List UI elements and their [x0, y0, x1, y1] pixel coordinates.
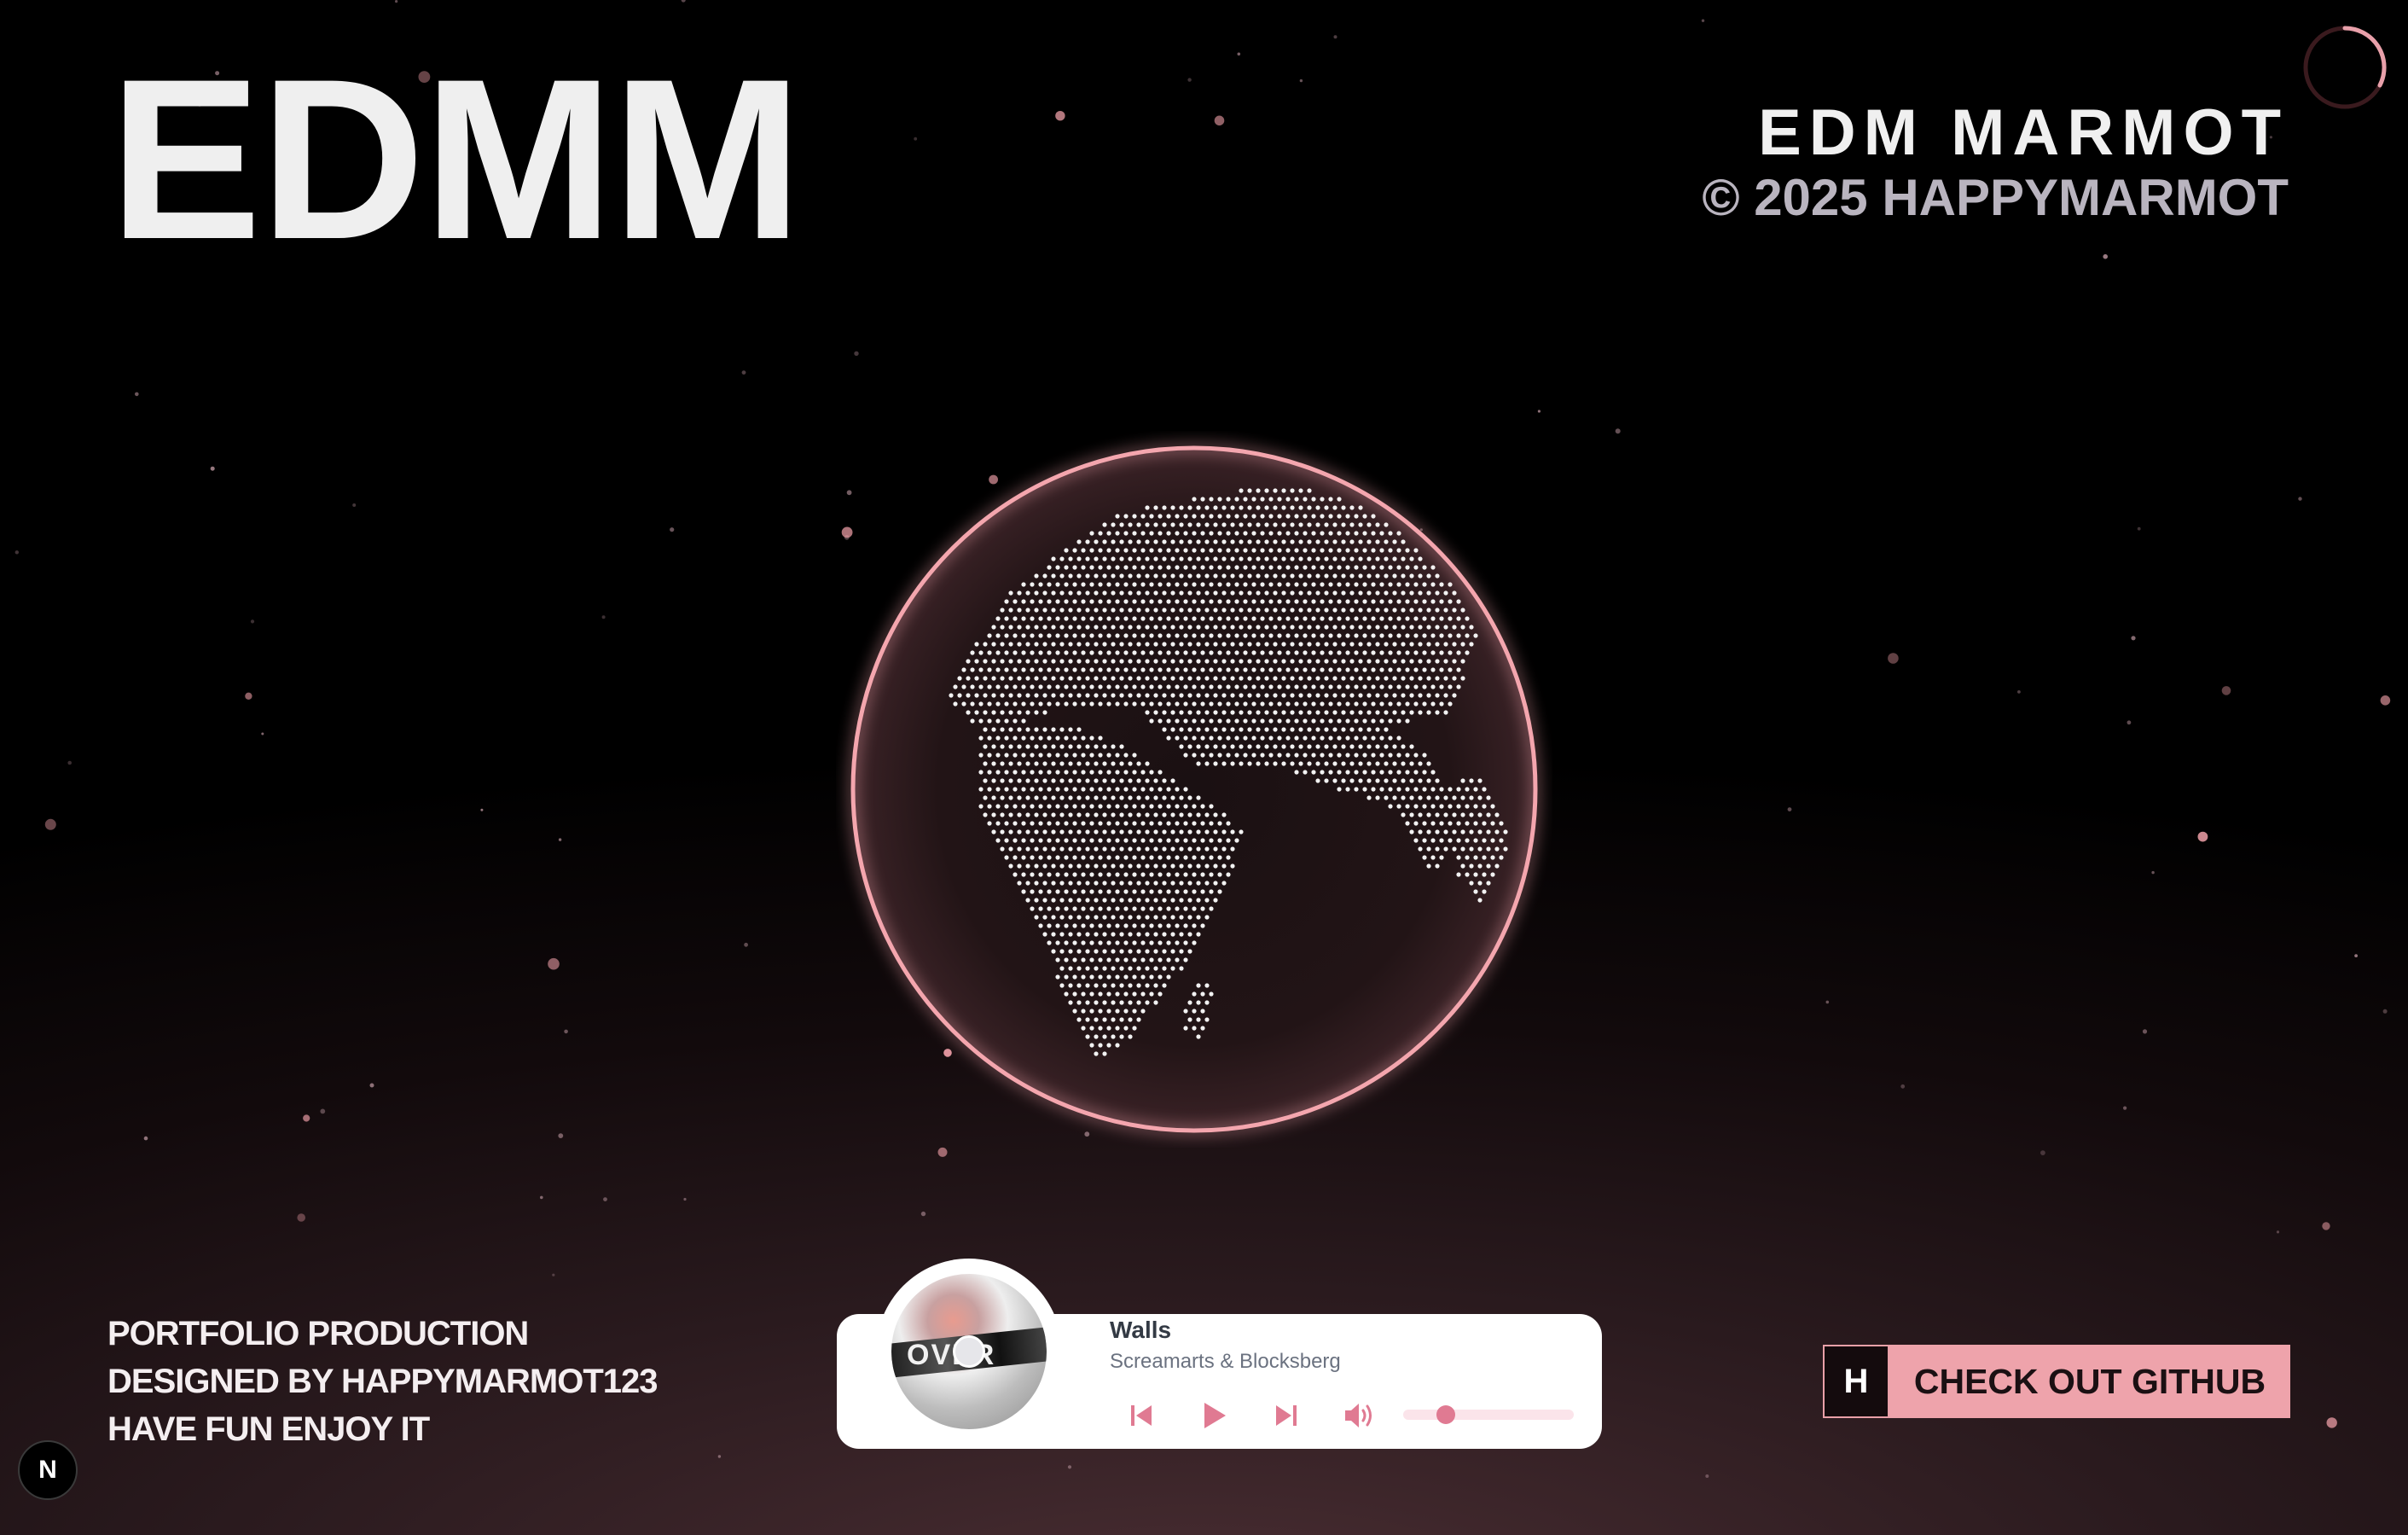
- star: [540, 1195, 543, 1200]
- star: [2380, 695, 2391, 706]
- star: [1825, 1000, 1830, 1004]
- star: [558, 1133, 564, 1138]
- star: [1237, 52, 1241, 56]
- volume-slider[interactable]: [1403, 1410, 1574, 1420]
- star: [920, 1211, 926, 1217]
- song-artist: Screamarts & Blocksberg: [1110, 1350, 1341, 1373]
- star: [143, 1136, 148, 1141]
- star: [603, 1197, 607, 1201]
- star: [1067, 1465, 1072, 1469]
- star: [2322, 1222, 2330, 1230]
- star: [2151, 870, 2155, 875]
- star: [670, 527, 675, 532]
- star: [854, 351, 859, 356]
- star: [2137, 526, 2141, 531]
- star: [369, 1083, 374, 1088]
- site-logo: EDMM: [109, 31, 803, 287]
- star: [1701, 19, 1705, 22]
- loading-spinner-icon: [2303, 26, 2387, 109]
- star: [548, 957, 560, 970]
- brand-name: EDM MARMOT: [1758, 96, 2289, 169]
- song-title: Walls: [1110, 1317, 1172, 1343]
- star: [601, 615, 606, 619]
- star: [480, 808, 484, 811]
- footer-line: HAVE FUN ENJOY IT: [107, 1410, 430, 1448]
- nextjs-badge-icon[interactable]: N: [18, 1440, 78, 1500]
- star: [303, 1114, 310, 1122]
- volume-icon[interactable]: [1340, 1397, 1378, 1434]
- star: [395, 0, 398, 3]
- star: [44, 818, 56, 830]
- brand-block: EDM MARMOT © 2025 HAPPYMARMOT: [1702, 101, 2289, 224]
- star: [2131, 636, 2136, 641]
- star: [1333, 35, 1337, 39]
- star: [2103, 253, 2108, 259]
- star: [681, 0, 686, 3]
- star: [1888, 653, 1899, 664]
- star: [2142, 1029, 2148, 1034]
- star: [2127, 720, 2132, 725]
- star: [914, 137, 918, 141]
- star: [683, 1197, 687, 1201]
- star: [1900, 1084, 1906, 1089]
- footer-line: DESIGNED BY HAPPYMARMOT123: [107, 1363, 659, 1400]
- volume-slider-handle[interactable]: [1436, 1405, 1455, 1424]
- footer-line: PORTFOLIO PRODUCTION: [107, 1315, 529, 1352]
- star: [135, 392, 139, 397]
- star: [250, 619, 255, 624]
- star: [1299, 78, 1303, 83]
- star: [297, 1213, 306, 1222]
- star: [352, 503, 357, 507]
- github-button-badge: H: [1823, 1345, 1889, 1418]
- star: [210, 466, 215, 471]
- star: [261, 732, 264, 736]
- star: [245, 692, 252, 700]
- star: [552, 1273, 555, 1276]
- star: [2197, 831, 2208, 842]
- skip-back-icon[interactable]: [1123, 1397, 1160, 1434]
- star: [67, 760, 72, 765]
- github-button[interactable]: H CHECK OUT GITHUB: [1823, 1345, 2290, 1418]
- star: [2298, 497, 2302, 501]
- star: [2354, 954, 2359, 957]
- album-cover: OVER: [891, 1274, 1047, 1429]
- footer-credits: PORTFOLIO PRODUCTION DESIGNED BY HAPPYMA…: [107, 1310, 659, 1453]
- github-button-label: CHECK OUT GITHUB: [1889, 1345, 2290, 1418]
- star: [1187, 78, 1192, 82]
- star: [2123, 1106, 2127, 1110]
- star: [320, 1108, 326, 1114]
- star: [1787, 807, 1792, 811]
- star: [1214, 115, 1225, 126]
- star: [2276, 1230, 2280, 1234]
- star: [2017, 690, 2021, 694]
- star: [744, 942, 748, 947]
- star: [15, 550, 19, 555]
- star: [1055, 111, 1065, 121]
- skip-forward-icon[interactable]: [1268, 1397, 1305, 1434]
- copyright-text: © 2025 HAPPYMARMOT: [1702, 169, 2289, 226]
- dotted-globe[interactable]: [836, 431, 1552, 1148]
- play-icon[interactable]: [1195, 1397, 1233, 1434]
- star: [2382, 1009, 2388, 1014]
- star: [1537, 410, 1541, 413]
- star: [1615, 428, 1621, 434]
- star: [2221, 686, 2231, 695]
- star: [2326, 1417, 2337, 1428]
- star: [558, 838, 562, 841]
- star: [1705, 1474, 1709, 1478]
- star: [564, 1029, 568, 1034]
- disc-center: [953, 1335, 985, 1368]
- star: [937, 1147, 948, 1157]
- star: [717, 1455, 722, 1458]
- star: [741, 370, 746, 375]
- star: [2040, 1150, 2045, 1155]
